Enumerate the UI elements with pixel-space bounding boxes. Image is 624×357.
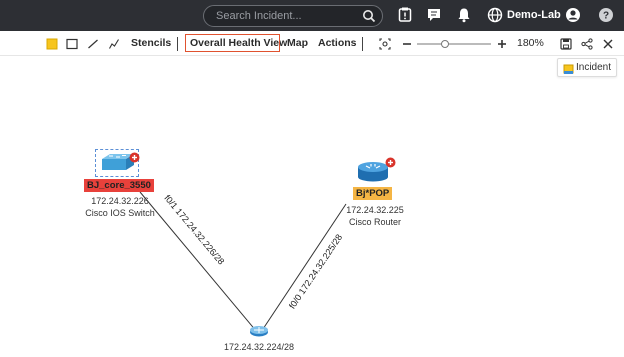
- globe-icon[interactable]: [486, 6, 504, 24]
- share-icon[interactable]: [581, 36, 593, 52]
- save-icon[interactable]: [560, 36, 572, 52]
- fit-to-screen-icon[interactable]: [379, 36, 391, 52]
- bell-icon[interactable]: [455, 6, 473, 24]
- rectangle-tool-icon[interactable]: [66, 36, 78, 52]
- tenant-selector[interactable]: Demo-Lab: [507, 9, 561, 21]
- add-badge-icon[interactable]: [385, 155, 396, 173]
- note-icon[interactable]: [46, 36, 58, 52]
- zoom-slider[interactable]: [417, 36, 491, 52]
- svg-text:?: ?: [603, 11, 609, 22]
- node-label[interactable]: BJ_core_3550: [84, 179, 154, 192]
- search-input[interactable]: Search Incident...: [216, 10, 302, 22]
- close-icon[interactable]: [602, 36, 614, 52]
- active-view-highlight: [185, 34, 280, 52]
- search-box[interactable]: Search Incident...: [203, 5, 383, 27]
- map-menu[interactable]: Map: [287, 37, 308, 49]
- link-line[interactable]: [260, 203, 347, 333]
- stencils-menu[interactable]: Stencils: [131, 37, 171, 49]
- node-ip: 172.24.32.225: [346, 205, 404, 215]
- line-tool-icon[interactable]: [87, 36, 99, 52]
- zoom-level: 180%: [517, 37, 544, 49]
- help-icon[interactable]: ?: [597, 6, 615, 24]
- alert-icon[interactable]: [396, 6, 414, 24]
- subnet-label: 172.24.32.224/28: [223, 342, 295, 352]
- node-ip: 172.24.32.226: [91, 196, 149, 206]
- search-icon[interactable]: [362, 9, 376, 28]
- node-type: Cisco Router: [348, 217, 402, 227]
- toolbar-divider: [362, 37, 363, 51]
- actions-menu[interactable]: Actions: [318, 37, 357, 49]
- toolbar-divider: [177, 37, 178, 51]
- node-type: Cisco IOS Switch: [85, 208, 155, 218]
- chat-icon[interactable]: [425, 6, 443, 24]
- node-label[interactable]: Bj*POP: [353, 187, 393, 200]
- hub-icon[interactable]: [249, 324, 269, 343]
- zoom-out-icon[interactable]: [402, 36, 412, 52]
- user-icon[interactable]: [564, 6, 582, 24]
- topology-canvas[interactable]: BJ_core_3550 172.24.32.226 Cisco IOS Swi…: [0, 56, 624, 357]
- curve-tool-icon[interactable]: [108, 36, 120, 52]
- top-bar: Search Incident... Demo-Lab ?: [0, 0, 624, 31]
- add-badge-icon[interactable]: [129, 150, 140, 168]
- zoom-in-icon[interactable]: [497, 36, 507, 52]
